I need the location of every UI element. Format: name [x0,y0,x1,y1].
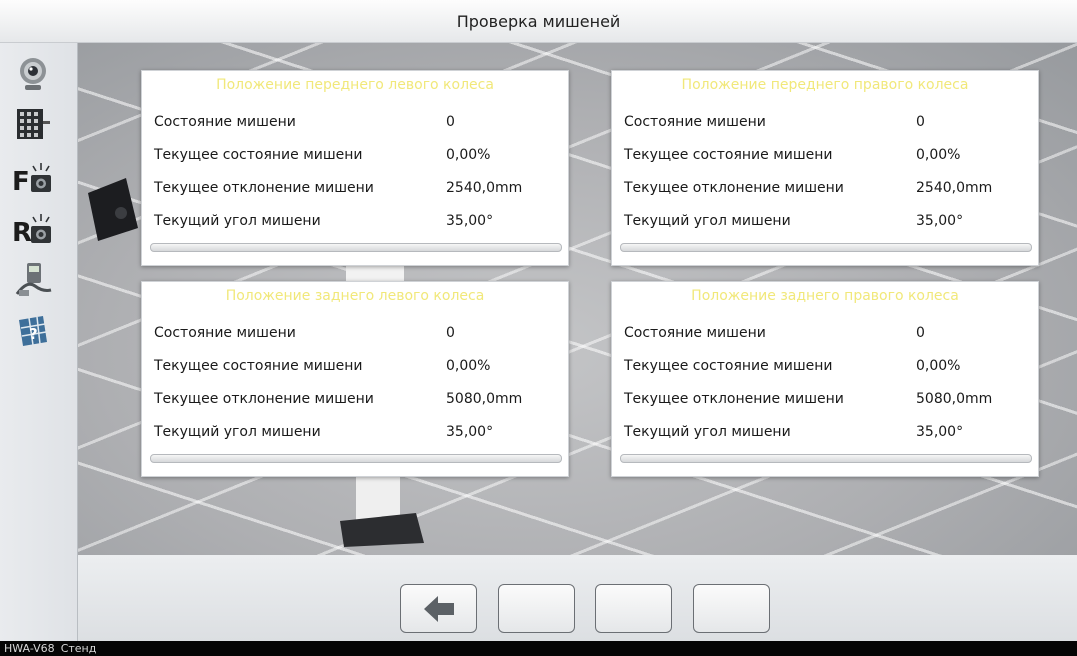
target-status-row: Состояние мишени 0 [154,112,558,134]
target-status-row: Состояние мишени 0 [154,323,558,345]
row-value: 0 [446,114,455,130]
toolbar-button-2[interactable] [498,584,575,633]
row-label: Текущий угол мишени [624,424,791,440]
webcam-icon [20,58,46,90]
target-angle-row: Текущий угол мишени 35,00° [154,422,558,444]
panel-title: Положение заднего правого колеса [691,288,959,304]
device-model: HWA-V68 [4,642,55,655]
current-target-status-row: Текущее состояние мишени 0,00% [624,145,1028,167]
front-camera-letter: F [12,167,30,197]
row-value: 5080,0mm [916,391,993,407]
lift-base [340,513,424,547]
rear-camera-button[interactable]: R [10,209,56,251]
row-label: Текущее состояние мишени [624,147,833,163]
row-value: 0 [916,114,925,130]
row-value: 0,00% [446,147,491,163]
row-label: Текущее состояние мишени [154,358,363,374]
panel-title: Положение заднего левого колеса [225,288,485,304]
rear-camera-icon: R [12,214,51,248]
row-label: Текущее отклонение мишени [154,180,374,196]
row-value: 35,00° [916,424,964,440]
row-value: 35,00° [446,424,494,440]
title-bar: Проверка мишеней [0,0,1077,43]
row-label: Состояние мишени [624,325,766,341]
calibration-icon: ? [19,316,47,346]
row-label: Текущее отклонение мишени [624,391,844,407]
target-block [88,178,138,241]
current-target-status-row: Текущее состояние мишени 0,00% [154,356,558,378]
row-value: 0,00% [446,358,491,374]
panel-title: Положение переднего левого колеса [216,77,494,93]
row-label: Текущее состояние мишени [154,147,363,163]
front-left-panel: Положение переднего левого колеса Состоя… [141,70,569,266]
row-label: Состояние мишени [624,114,766,130]
back-button[interactable] [400,584,477,633]
inclinometer-icon [15,263,52,296]
row-value: 35,00° [916,213,964,229]
target-status-row: Состояние мишени 0 [624,323,1028,345]
target-board-icon [17,109,50,139]
front-camera-icon: F [12,163,51,197]
target-angle-row: Текущий угол мишени 35,00° [624,211,1028,233]
back-arrow-icon [423,595,454,622]
status-bar: HWA-V68 Стенд [0,641,1077,656]
panel-title: Положение переднего правого колеса [681,77,969,93]
row-value: 35,00° [446,213,494,229]
row-label: Текущее отклонение мишени [154,391,374,407]
floor-scene: Положение переднего левого колеса Состоя… [78,43,1077,555]
row-label: Текущее состояние мишени [624,358,833,374]
row-label: Текущий угол мишени [154,213,321,229]
webcam-button[interactable] [10,53,56,95]
progress-bar [150,454,562,463]
target-status-row: Состояние мишени 0 [624,112,1028,134]
inclinometer-button[interactable] [10,259,56,301]
rear-right-panel: Положение заднего правого колеса Состоян… [611,281,1039,477]
row-label: Состояние мишени [154,325,296,341]
row-label: Состояние мишени [154,114,296,130]
rear-camera-letter: R [12,218,32,248]
row-label: Текущий угол мишени [154,424,321,440]
progress-bar [620,243,1032,252]
target-deviation-row: Текущее отклонение мишени 5080,0mm [624,389,1028,411]
current-target-status-row: Текущее состояние мишени 0,00% [624,356,1028,378]
sidebar: F R ? [0,43,78,641]
target-board-button[interactable] [10,104,56,146]
front-camera-button[interactable]: F [10,158,56,200]
progress-bar [150,243,562,252]
toolbar-button-3[interactable] [595,584,672,633]
row-value: 0,00% [916,358,961,374]
row-value: 0,00% [916,147,961,163]
progress-bar [620,454,1032,463]
device-mode: Стенд [60,642,97,655]
toolbar-button-4[interactable] [693,584,770,633]
rear-left-panel: Положение заднего левого колеса Состояни… [141,281,569,477]
row-label: Текущий угол мишени [624,213,791,229]
calibration-button[interactable]: ? [10,311,56,353]
target-deviation-row: Текущее отклонение мишени 2540,0mm [624,178,1028,200]
target-deviation-row: Текущее отклонение мишени 5080,0mm [154,389,558,411]
target-deviation-row: Текущее отклонение мишени 2540,0mm [154,178,558,200]
row-value: 0 [446,325,455,341]
target-angle-row: Текущий угол мишени 35,00° [624,422,1028,444]
row-value: 5080,0mm [446,391,523,407]
front-right-panel: Положение переднего правого колеса Состо… [611,70,1039,266]
row-label: Текущее отклонение мишени [624,180,844,196]
bottom-toolbar [78,555,1077,641]
app-window: Проверка мишеней F R ? Положение передне… [0,0,1077,656]
row-value: 2540,0mm [446,180,523,196]
row-value: 2540,0mm [916,180,993,196]
svg-text:?: ? [29,325,38,343]
target-angle-row: Текущий угол мишени 35,00° [154,211,558,233]
window-title: Проверка мишеней [456,11,621,31]
current-target-status-row: Текущее состояние мишени 0,00% [154,145,558,167]
row-value: 0 [916,325,925,341]
